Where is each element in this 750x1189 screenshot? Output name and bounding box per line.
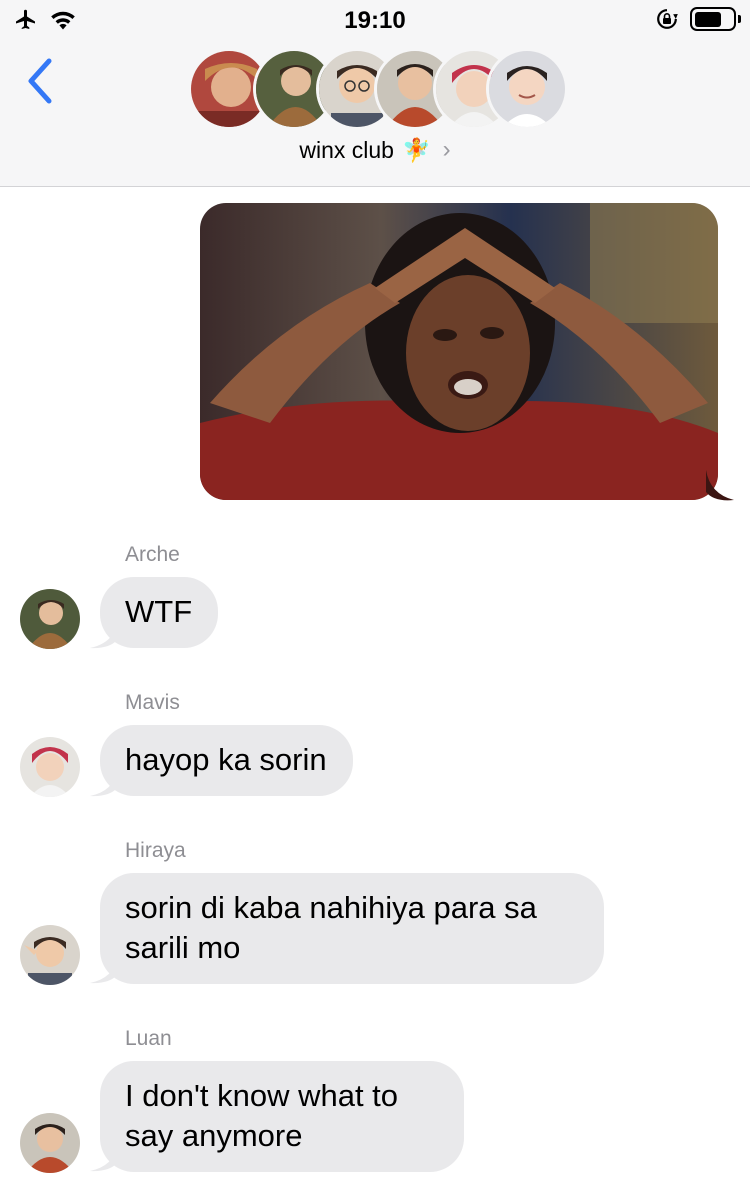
message-text: I don't know what to say anymore xyxy=(125,1078,399,1153)
status-time: 19:10 xyxy=(344,7,406,34)
chevron-right-icon: › xyxy=(442,136,451,163)
back-button[interactable] xyxy=(22,56,58,106)
sender-name: Hiraya xyxy=(125,839,186,862)
sent-image-message[interactable] xyxy=(200,203,718,500)
oprah-reaction-photo xyxy=(200,203,718,500)
sender-name: Arche xyxy=(125,543,180,566)
message-bubble[interactable]: sorin di kaba nahihiya para sa sarili mo xyxy=(100,873,604,984)
bubble-tail xyxy=(706,470,734,501)
battery-icon xyxy=(690,7,741,31)
sender-avatar[interactable] xyxy=(20,589,80,649)
message-bubble[interactable]: WTF xyxy=(100,577,219,648)
message-bubble[interactable]: hayop ka sorin xyxy=(100,725,353,796)
message-text: sorin di kaba nahihiya para sa sarili mo xyxy=(125,890,537,965)
sender-avatar[interactable] xyxy=(20,925,80,985)
conversation-header: 19:10 winx club 🧚 › xyxy=(0,0,750,187)
sender-name: Luan xyxy=(125,1027,172,1050)
group-avatar-stack[interactable] xyxy=(188,48,568,130)
messages-screen: 19:10 winx club 🧚 › Arche WTF Mavis hayo… xyxy=(0,0,750,1189)
group-title[interactable]: winx club 🧚 › xyxy=(0,136,750,164)
message-bubble[interactable]: I don't know what to say anymore xyxy=(100,1061,464,1172)
sender-avatar[interactable] xyxy=(20,1113,80,1173)
sender-name: Mavis xyxy=(125,691,180,714)
status-bar-right xyxy=(656,7,741,31)
message-text: WTF xyxy=(125,594,193,629)
rotation-lock-icon xyxy=(657,9,678,29)
sender-avatar[interactable] xyxy=(20,737,80,797)
message-text: hayop ka sorin xyxy=(125,742,327,777)
group-name: winx club xyxy=(299,136,394,163)
group-member-avatar xyxy=(486,48,568,130)
fairy-emoji: 🧚 xyxy=(401,136,431,163)
